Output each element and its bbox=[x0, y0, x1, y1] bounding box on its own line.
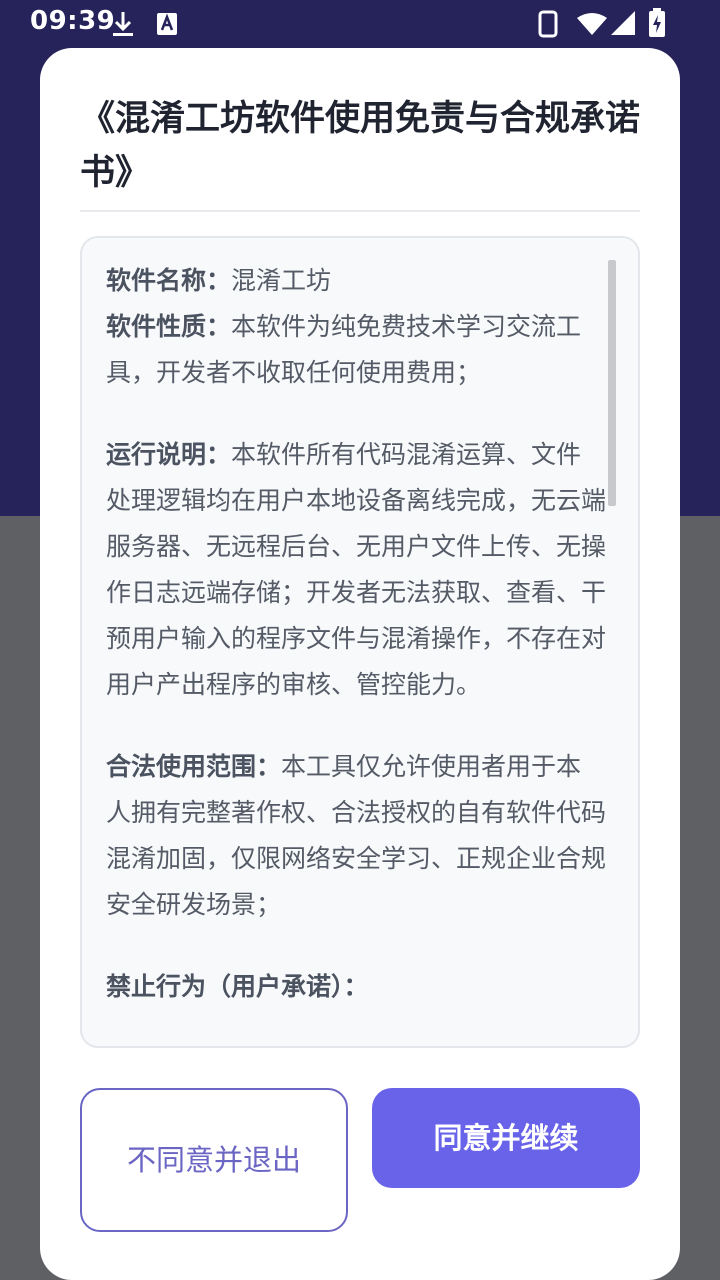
status-bar: 09:39 bbox=[0, 0, 720, 48]
terms-scroll-area[interactable]: 软件名称：混淆工坊 软件性质：本软件为纯免费技术学习交流工具，开发者不收取任何使… bbox=[80, 236, 640, 1048]
terms-section-prohibited: 禁止行为（用户承诺）： bbox=[106, 964, 606, 1010]
cellular-signal-icon bbox=[610, 10, 636, 40]
section-label: 禁止行为（用户承诺）： bbox=[106, 972, 369, 1001]
battery-charging-icon bbox=[648, 8, 666, 42]
section-label: 软件性质： bbox=[106, 312, 232, 341]
title-divider bbox=[80, 210, 640, 212]
status-time: 09:39 bbox=[30, 6, 116, 36]
terms-section-operation: 运行说明：本软件所有代码混淆运算、文件处理逻辑均在用户本地设备离线完成，无云端服… bbox=[106, 432, 606, 708]
agree-continue-button[interactable]: 同意并继续 bbox=[372, 1088, 640, 1188]
section-label: 运行说明： bbox=[106, 440, 232, 469]
wifi-icon bbox=[576, 12, 608, 40]
section-text: 本软件所有代码混淆运算、文件处理逻辑均在用户本地设备离线完成，无云端服务器、无远… bbox=[106, 440, 607, 699]
phone-signal-icon bbox=[538, 10, 558, 42]
terms-section-legal-scope: 合法使用范围：本工具仅允许使用者用于本人拥有完整著作权、合法授权的自有软件代码混… bbox=[106, 744, 606, 928]
terms-section-nature: 软件性质：本软件为纯免费技术学习交流工具，开发者不收取任何使用费用； bbox=[106, 304, 606, 396]
terms-content: 软件名称：混淆工坊 软件性质：本软件为纯免费技术学习交流工具，开发者不收取任何使… bbox=[106, 258, 606, 1010]
section-label: 合法使用范围： bbox=[106, 752, 282, 781]
section-label: 软件名称： bbox=[106, 266, 232, 295]
decline-exit-button[interactable]: 不同意并退出 bbox=[80, 1088, 348, 1232]
section-text: 混淆工坊 bbox=[231, 266, 332, 295]
terms-section-name: 软件名称：混淆工坊 bbox=[106, 258, 606, 304]
scrollbar-thumb[interactable] bbox=[608, 260, 616, 506]
font-app-icon bbox=[156, 12, 178, 40]
download-icon bbox=[110, 10, 136, 42]
disclaimer-dialog: 《混淆工坊软件使用免责与合规承诺书》 软件名称：混淆工坊 软件性质：本软件为纯免… bbox=[40, 48, 680, 1280]
dialog-title: 《混淆工坊软件使用免责与合规承诺书》 bbox=[80, 99, 641, 193]
